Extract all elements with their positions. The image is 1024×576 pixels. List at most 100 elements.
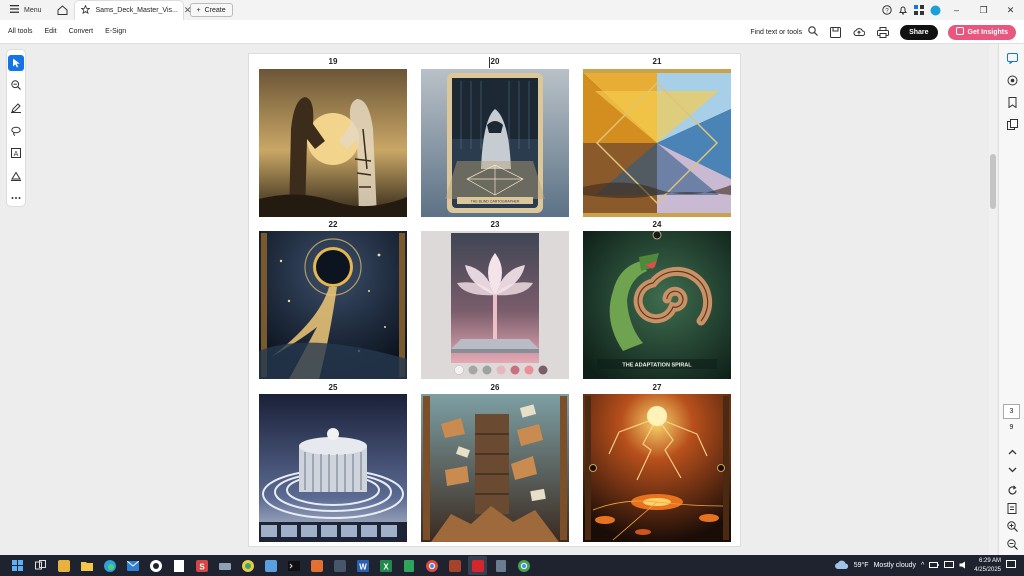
ai-assistant-icon[interactable]: [1004, 72, 1020, 88]
windows-taskbar: S W X 59°F Mostly cloudy ^ 6:29 AM 4/25/…: [0, 555, 1024, 576]
clock[interactable]: 6:29 AM 4/25/2025: [974, 557, 1001, 575]
vertical-scrollbar[interactable]: [989, 44, 997, 555]
chevron-up-icon[interactable]: [1004, 444, 1020, 460]
svg-text:W: W: [359, 562, 367, 571]
mail-icon[interactable]: [123, 556, 142, 575]
total-pages: 9: [1009, 424, 1014, 431]
get-insights-label: Get Insights: [967, 28, 1008, 36]
pen-tool-icon[interactable]: [8, 100, 24, 116]
task-view-icon[interactable]: [31, 556, 50, 575]
svg-text:S: S: [199, 562, 205, 571]
disk-icon[interactable]: [215, 556, 234, 575]
paint-icon[interactable]: [307, 556, 326, 575]
acrobat-icon[interactable]: [468, 556, 487, 575]
flying-books-card: [421, 394, 569, 542]
find-text-label: Find text or tools: [750, 28, 803, 36]
card-number: 21: [652, 57, 662, 66]
word-icon[interactable]: W: [353, 556, 372, 575]
create-label: Create: [204, 6, 226, 14]
text-cursor: [489, 57, 490, 68]
more-tools-icon[interactable]: [8, 190, 24, 206]
pdf-page: 19 20 21 THE BLIND CARTOGRAPHER 22 23 24…: [248, 53, 741, 547]
card-number: 25: [328, 383, 338, 392]
close-tab-icon[interactable]: ✕: [184, 5, 192, 16]
apps-grid-icon[interactable]: [911, 0, 927, 20]
excel-icon[interactable]: X: [376, 556, 395, 575]
create-button[interactable]: + Create: [189, 3, 233, 17]
volcanic-lightning-card: [583, 394, 731, 542]
share-button[interactable]: Share: [900, 24, 938, 40]
serpent-spiral-card: THE ADAPTATION SPIRAL: [583, 231, 731, 379]
sparkle-icon: [955, 27, 964, 37]
battery-icon[interactable]: [929, 561, 939, 571]
terminal-icon[interactable]: [284, 556, 303, 575]
sheets-icon[interactable]: [399, 556, 418, 575]
chevron-down-icon[interactable]: [1004, 462, 1020, 478]
start-icon[interactable]: [8, 556, 27, 575]
weather-temp[interactable]: 59°F: [854, 562, 869, 569]
document-tab[interactable]: Sams_Deck_Master_Vis... ✕: [73, 0, 191, 20]
card-number: 22: [328, 220, 338, 229]
calculator-icon[interactable]: [491, 556, 510, 575]
star-icon[interactable]: [79, 4, 91, 16]
main-toolbar: All tools Edit Convert E-Sign Find text …: [0, 20, 1024, 44]
notepad-icon[interactable]: [169, 556, 188, 575]
color-wheel-icon[interactable]: [238, 556, 257, 575]
upload-cloud-icon[interactable]: [852, 25, 866, 39]
minimize-icon[interactable]: –: [943, 0, 970, 20]
lotus-card: [421, 231, 569, 379]
game-icon[interactable]: [445, 556, 464, 575]
card-number: 23: [490, 220, 500, 229]
select-tool-icon[interactable]: [8, 55, 24, 71]
calendar-app-icon[interactable]: [54, 556, 73, 575]
fill-sign-tool-icon[interactable]: [8, 168, 24, 184]
app-icon[interactable]: [330, 556, 349, 575]
hamburger-icon: [10, 5, 19, 15]
print-icon[interactable]: [876, 25, 890, 39]
tab-title: Sams_Deck_Master_Vis...: [95, 7, 178, 14]
zoom-tool-icon[interactable]: [8, 78, 24, 94]
close-window-icon[interactable]: ✕: [997, 0, 1024, 20]
comment-icon[interactable]: [1004, 50, 1020, 66]
menu-convert[interactable]: Convert: [63, 28, 100, 35]
page-fit-icon[interactable]: [1004, 500, 1020, 516]
refresh-icon[interactable]: [1004, 482, 1020, 498]
current-page-input[interactable]: 3: [1003, 404, 1020, 419]
volume-icon[interactable]: [959, 561, 969, 571]
skype-icon[interactable]: S: [192, 556, 211, 575]
card-number: 24: [652, 220, 662, 229]
save-icon[interactable]: [828, 25, 842, 39]
weather-desc[interactable]: Mostly cloudy: [874, 562, 916, 569]
edge-icon[interactable]: [100, 556, 119, 575]
help-icon[interactable]: ?: [879, 0, 895, 20]
pages-icon[interactable]: [1004, 116, 1020, 132]
system-tray: 59°F Mostly cloudy ^ 6:29 AM 4/25/2025: [834, 555, 1024, 576]
home-icon[interactable]: [52, 0, 74, 20]
menu-esign[interactable]: E-Sign: [99, 28, 132, 35]
chrome-profile-icon[interactable]: [514, 556, 533, 575]
find-text-button[interactable]: Find text or tools: [750, 26, 819, 38]
chrome-icon[interactable]: [422, 556, 441, 575]
search-icon: [808, 26, 819, 38]
restore-icon[interactable]: ❐: [970, 0, 997, 20]
bell-icon[interactable]: [895, 0, 911, 20]
menu-all-tools[interactable]: All tools: [0, 28, 39, 35]
text-tool-icon[interactable]: A: [8, 145, 24, 161]
scrollbar-thumb[interactable]: [990, 154, 996, 209]
hooded-figure-card: THE BLIND CARTOGRAPHER: [421, 69, 569, 217]
file-explorer-icon[interactable]: [77, 556, 96, 575]
media-icon[interactable]: [146, 556, 165, 575]
photos-icon[interactable]: [261, 556, 280, 575]
lasso-tool-icon[interactable]: [8, 123, 24, 139]
bookmark-icon[interactable]: [1004, 94, 1020, 110]
get-insights-button[interactable]: Get Insights: [947, 24, 1016, 40]
quick-tools-panel: A: [6, 49, 26, 207]
zoom-in-icon[interactable]: [1004, 518, 1020, 534]
menu-edit[interactable]: Edit: [39, 28, 63, 35]
zoom-out-icon[interactable]: [1004, 536, 1020, 552]
avatar[interactable]: [927, 0, 943, 20]
menu-button[interactable]: Menu: [0, 0, 52, 20]
notification-icon[interactable]: [1006, 560, 1016, 571]
network-icon[interactable]: [944, 560, 955, 571]
chevron-up-tray-icon[interactable]: ^: [921, 562, 924, 569]
